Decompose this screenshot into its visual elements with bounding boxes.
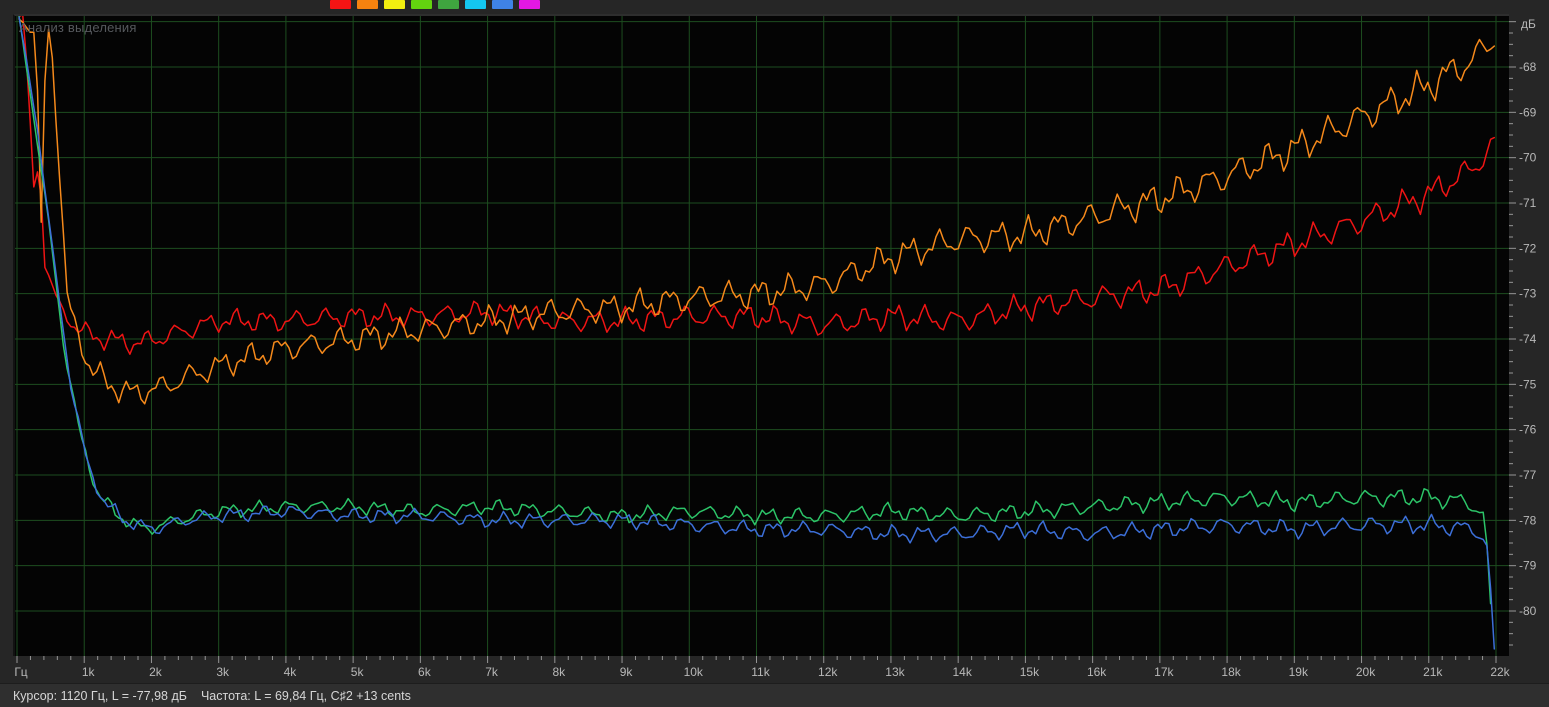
frequency-tick-label: 11k (751, 665, 770, 679)
db-unit-label: дБ (1521, 17, 1536, 31)
frequency-tick-label: 3k (216, 665, 230, 679)
status-bar: Курсор: 1120 Гц, L = -77,98 дБ Частота: … (0, 683, 1549, 707)
frequency-tick-label: 22k (1490, 665, 1510, 679)
top-toolbar-strip (0, 0, 1549, 14)
frequency-tick-label: 20k (1356, 665, 1376, 679)
frequency-tick-label: 6k (418, 665, 432, 679)
frequency-tick-label: Гц (14, 665, 27, 679)
frequency-tick-label: 16k (1087, 665, 1107, 679)
color-palette (330, 0, 540, 9)
frequency-tick-label: 8k (552, 665, 566, 679)
frequency-tick-label: 15k (1020, 665, 1040, 679)
db-tick-label: -73 (1519, 287, 1537, 301)
frequency-tick-label: 12k (818, 665, 838, 679)
frequency-tick-label: 2k (149, 665, 163, 679)
frequency-tick-label: 7k (485, 665, 499, 679)
db-tick-label: -74 (1519, 332, 1537, 346)
spectrum-chart-canvas[interactable] (15, 16, 1509, 656)
palette-swatch-yellow[interactable] (384, 0, 405, 9)
palette-swatch-magenta[interactable] (519, 0, 540, 9)
db-tick-label: -78 (1519, 513, 1537, 527)
db-tick-label: -70 (1519, 151, 1537, 165)
frequency-tick-label: 4k (284, 665, 298, 679)
frequency-tick-label: 17k (1154, 665, 1174, 679)
db-ruler[interactable]: дБ -68 -69 -70 -71 -72 -73 -74 -75 -76 -77 -78 -79 -8… (1509, 14, 1549, 682)
palette-swatch-orange[interactable] (357, 0, 378, 9)
db-tick-label: -72 (1519, 241, 1537, 255)
frequency-analysis-panel: Анализ выделения дБ -68 -69 -70 -71 -72 -73 -74… (0, 0, 1549, 707)
frequency-ruler-canvas: Гц 1k 2k 3k 4k 5k 6k 7k 8k 9k 10k 11k 12k 13k 14k 15k 16… (0, 656, 1549, 683)
palette-swatch-green[interactable] (411, 0, 432, 9)
db-tick-label: -80 (1519, 604, 1537, 618)
db-ruler-canvas: дБ -68 -69 -70 -71 -72 -73 -74 -75 -76 -77 -78 -79 -8… (1509, 14, 1549, 682)
frequency-readout: Частота: L = 69,84 Гц, C♯2 +13 cents (201, 689, 411, 703)
db-tick-label: -69 (1519, 105, 1537, 119)
frequency-tick-label: 14k (952, 665, 972, 679)
db-tick-label: -76 (1519, 423, 1537, 437)
frequency-tick-label: 13k (885, 665, 905, 679)
frequency-tick-label: 19k (1289, 665, 1309, 679)
curve-green-trace (19, 16, 1491, 604)
palette-swatch-dark-green[interactable] (438, 0, 459, 9)
cursor-readout: Курсор: 1120 Гц, L = -77,98 дБ (13, 689, 187, 703)
frequency-tick-label: 18k (1221, 665, 1241, 679)
spectrum-plot[interactable]: Анализ выделения (13, 14, 1509, 656)
db-tick-label: -75 (1519, 377, 1537, 391)
frequency-tick-label: 1k (82, 665, 96, 679)
frequency-tick-label: 9k (620, 665, 634, 679)
palette-swatch-blue[interactable] (492, 0, 513, 9)
palette-swatch-red[interactable] (330, 0, 351, 9)
frequency-ruler[interactable]: Гц 1k 2k 3k 4k 5k 6k 7k 8k 9k 10k 11k 12k 13k 14k 15k 16… (0, 656, 1549, 683)
db-tick-label: -77 (1519, 468, 1537, 482)
frequency-tick-label: 5k (351, 665, 365, 679)
db-tick-label: -68 (1519, 60, 1537, 74)
frequency-tick-label: 10k (684, 665, 704, 679)
db-tick-label: -79 (1519, 559, 1537, 573)
palette-swatch-cyan[interactable] (465, 0, 486, 9)
frequency-tick-label: 21k (1423, 665, 1443, 679)
db-tick-label: -71 (1519, 196, 1537, 210)
